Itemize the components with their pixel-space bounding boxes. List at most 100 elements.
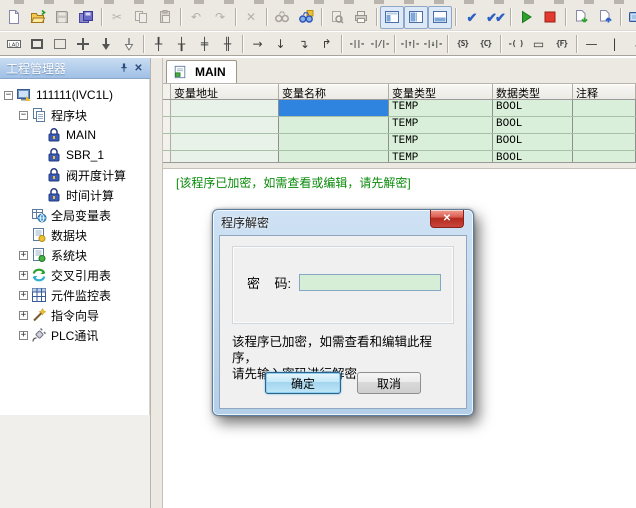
window-split-horizontal-icon[interactable] [428,6,452,29]
row-header[interactable] [163,134,171,150]
table-cell[interactable] [573,100,636,116]
compile-all-icon[interactable]: ✔✔ [483,6,507,29]
function-block-icon[interactable]: ▭ [527,33,550,54]
tree-expander-icon[interactable]: + [19,271,28,280]
table-cell[interactable] [279,151,389,163]
tree-item-111111-ivc1l-[interactable]: −111111(IVC1L) [0,85,149,105]
table-cell[interactable] [279,134,389,150]
selected-cell[interactable] [279,100,389,116]
contact-rising-icon[interactable]: -|↑|- [398,33,421,54]
instruction-block-icon[interactable] [48,33,71,54]
table-cell[interactable]: TEMP [389,134,493,150]
tree-expander-icon[interactable]: + [19,291,28,300]
row-header[interactable] [163,151,171,163]
tree-expander-icon[interactable]: + [19,311,28,320]
merge-rung-icon[interactable]: ╪ [193,33,216,54]
row-header[interactable] [163,100,171,116]
table-cell[interactable] [573,134,636,150]
tree-item--[interactable]: −程序块 [0,105,149,125]
tree-item-plc-[interactable]: +PLC通讯 [0,325,149,345]
download-icon[interactable] [569,6,593,29]
cancel-button[interactable]: 取消 [357,372,421,394]
password-input[interactable] [299,274,441,291]
table-cell[interactable]: BOOL [493,100,573,116]
decrypt-dialog-titlebar[interactable]: 程序解密 ✕ [213,210,473,235]
table-cell[interactable] [573,117,636,133]
lad-mode-icon[interactable]: LAD [2,33,25,54]
window-project-icon[interactable] [380,6,404,29]
close-panel-icon[interactable]: ✕ [131,61,146,75]
arrow-down-filled-icon[interactable] [94,33,117,54]
column-header[interactable]: 变量名称 [279,84,389,99]
table-cell[interactable]: TEMP [389,100,493,116]
tree-item-sbr_1[interactable]: SBR_1 [0,145,149,165]
tree-item--[interactable]: +指令向导 [0,305,149,325]
tree-item--[interactable]: +元件监控表 [0,285,149,305]
tree-item--[interactable]: 全局变量表 [0,205,149,225]
table-cell[interactable] [171,151,279,163]
table-cell[interactable]: TEMP [389,117,493,133]
line-right-icon[interactable]: → [246,33,269,54]
tree-item-main[interactable]: MAIN [0,125,149,145]
line-up-right-icon[interactable]: ↱ [315,33,338,54]
window-split-vertical-icon[interactable] [404,6,428,29]
tree-item--[interactable]: 时间计算 [0,185,149,205]
table-cell[interactable] [279,117,389,133]
table-cell[interactable]: BOOL [493,151,573,163]
ok-button[interactable]: 确定 [265,372,341,394]
toolbar-separator [98,7,105,27]
instruction-block-bold-icon[interactable] [25,33,48,54]
delete-line-icon[interactable]: ∤ [626,33,636,54]
run-icon[interactable] [514,6,538,29]
monitor-icon[interactable] [624,6,636,29]
table-cell[interactable]: BOOL [493,134,573,150]
stop-icon[interactable] [538,6,562,29]
table-cell[interactable] [171,134,279,150]
save-all-icon[interactable] [74,6,98,29]
table-cell[interactable] [573,151,636,163]
horizontal-line-icon[interactable]: — [580,33,603,54]
insert-rung-above-icon[interactable]: ╀ [147,33,170,54]
tree-item--[interactable]: +系统块 [0,245,149,265]
tree-item--[interactable]: 数据块 [0,225,149,245]
tree-expander-icon[interactable]: − [19,111,28,120]
open-project-icon[interactable] [26,6,50,29]
tree-expander-icon[interactable]: − [4,91,13,100]
upload-icon[interactable] [593,6,617,29]
cross-cursor-icon[interactable] [71,33,94,54]
insert-rung-below-icon[interactable]: ╁ [170,33,193,54]
arrow-down-hollow-icon[interactable] [117,33,140,54]
contact-falling-icon[interactable]: -|↓|- [421,33,444,54]
toolbar-separator [140,34,147,54]
dialog-close-button[interactable]: ✕ [430,210,464,228]
compile-icon[interactable]: ✔ [459,6,483,29]
panel-splitter[interactable] [151,58,163,508]
contact-nc-icon[interactable]: -|/|- [368,33,391,54]
find-replace-icon[interactable] [294,6,318,29]
column-header[interactable]: 数据类型 [493,84,573,99]
contact-no-icon[interactable]: -||- [345,33,368,54]
vertical-line-icon[interactable]: | [603,33,626,54]
column-header[interactable]: 注释 [573,84,636,99]
tree-item--[interactable]: 阀开度计算 [0,165,149,185]
new-file-icon[interactable] [2,6,26,29]
column-header[interactable]: 变量类型 [389,84,493,99]
table-cell[interactable] [171,100,279,116]
coil-icon[interactable]: -( ) [504,33,527,54]
tab-main[interactable]: MAIN [166,60,237,83]
table-cell[interactable]: TEMP [389,151,493,163]
row-header[interactable] [163,117,171,133]
split-rung-icon[interactable]: ╫ [216,33,239,54]
set-instruction-icon[interactable]: {S} [451,33,474,54]
tree-expander-icon[interactable]: + [19,331,28,340]
tree-expander-icon[interactable]: + [19,251,28,260]
pin-icon[interactable] [116,61,131,75]
line-right-down-icon[interactable]: ↴ [292,33,315,54]
function-instruction-icon[interactable]: {F} [550,33,573,54]
table-cell[interactable] [171,117,279,133]
table-cell[interactable]: BOOL [493,117,573,133]
counter-instruction-icon[interactable]: {C} [474,33,497,54]
tree-item--[interactable]: +交叉引用表 [0,265,149,285]
column-header[interactable]: 变量地址 [171,84,279,99]
line-down-icon[interactable]: ↓ [269,33,292,54]
